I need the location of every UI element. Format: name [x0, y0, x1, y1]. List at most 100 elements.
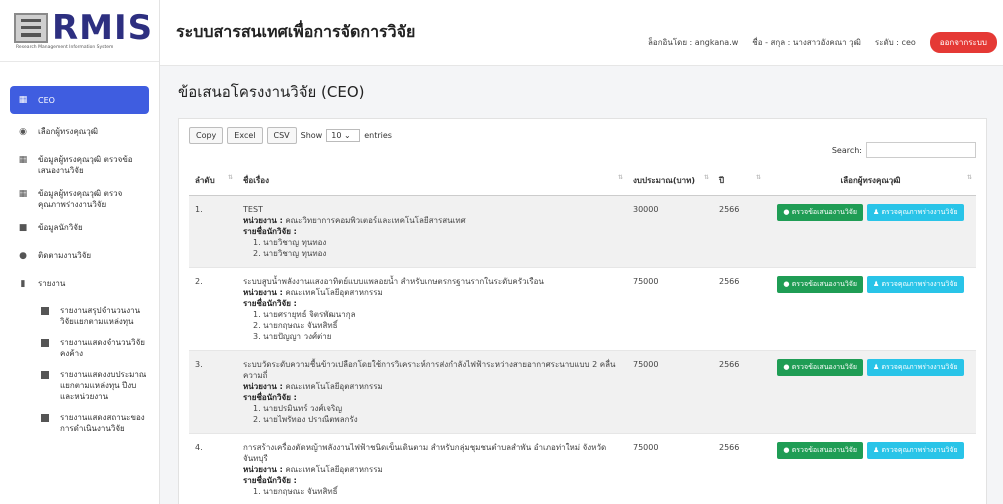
button-label: ตรวจข้อเสนองานวิจัย [791, 446, 857, 454]
user-name: ชื่อ - สกุล : นางสาวอังคณา วุฒิ [752, 38, 861, 47]
researcher-name: 2. นายกฤษณะ จันทสิทธิ์ [253, 321, 338, 330]
csv-button[interactable]: CSV [266, 127, 297, 144]
project-title: ระบบสูบน้ำพลังงานแสงอาทิตย์แบบแพลอยน้ำ ส… [243, 277, 544, 286]
cell-no: 2. [189, 267, 237, 351]
sidebar-item-expert-quality[interactable]: ▦ ข้อมูลผู้ทรงคุณวุฒิ ตรวจคุณภาพร่างงานว… [10, 182, 149, 216]
page-title: ข้อเสนอโครงงานวิจัย (CEO) [178, 83, 365, 101]
sidebar-item-ceo[interactable]: ▦ CEO [10, 86, 149, 114]
cell-no: 1. [189, 195, 237, 268]
sort-icon: ⇅ [966, 174, 972, 181]
researchers-label: รายชื่อนักวิจัย : [243, 393, 297, 402]
col-year[interactable]: ปี ⇅ [713, 166, 765, 196]
cell-year: 2566 [713, 433, 765, 504]
researcher-name: 2. นายไพรัทอง ปราณีตพลกรัง [253, 415, 358, 424]
review-proposal-button[interactable]: ● ตรวจข้อเสนองานวิจัย [777, 276, 863, 293]
main-content: ข้อเสนอโครงงานวิจัย (CEO) Copy Excel CSV… [160, 66, 1003, 504]
researcher-name: 2. นายวิชาญ ทุนทอง [253, 249, 327, 258]
review-quality-button[interactable]: ♟ ตรวจคุณภาพร่างงานวิจัย [867, 442, 964, 459]
sidebar-item-select-expert[interactable]: ◉ เลือกผู้ทรงคุณวุฒิ [10, 120, 149, 148]
col-label: เลือกผู้ทรงคุณวุฒิ [840, 176, 901, 185]
review-proposal-button[interactable]: ● ตรวจข้อเสนองานวิจัย [777, 204, 863, 221]
col-label: ปี [719, 176, 725, 185]
sidebar-item-tracking[interactable]: ● ติดตามงานวิจัย [10, 244, 149, 272]
cell-title: TEST หน่วยงาน : คณะวิทยาการคอมพิวเตอร์แล… [237, 195, 627, 268]
col-label: งบประมาณ(บาท) [633, 176, 695, 185]
project-title: ระบบวัดระดับความชื้นข้าวเปลือกโดยใช้การว… [243, 360, 616, 380]
researcher-name: 3. นายปัญญา วงศ์ต่าย [253, 332, 332, 341]
page-length-select[interactable]: 10 ⌄ [326, 129, 361, 142]
copy-button[interactable]: Copy [189, 127, 224, 144]
button-label: ตรวจคุณภาพร่างงานวิจัย [881, 208, 958, 216]
unit-value: คณะเทคโนโลยีอุตสาหกรรม [285, 288, 383, 297]
sidebar-item-label: ข้อมูลนักวิจัย [38, 223, 83, 232]
project-unit: หน่วยงาน : คณะเทคโนโลยีอุตสาหกรรม [243, 464, 621, 475]
search-label: Search: [831, 145, 862, 155]
bar-chart-icon: ▮ [20, 278, 26, 289]
unit-value: คณะวิทยาการคอมพิวเตอร์และเทคโนโลยีสารสนเ… [285, 216, 466, 225]
researcher-name: 1. นายวิชาญ ทุนทอง [253, 238, 327, 247]
review-proposal-button[interactable]: ● ตรวจข้อเสนองานวิจัย [777, 442, 863, 459]
cell-budget: 75000 [627, 433, 713, 504]
chevron-down-icon: ⌄ [343, 131, 351, 140]
review-quality-button[interactable]: ♟ ตรวจคุณภาพร่างงานวิจัย [867, 204, 964, 221]
unit-label: หน่วยงาน : [243, 288, 283, 297]
search-input[interactable] [866, 142, 976, 158]
cell-actions: ● ตรวจข้อเสนองานวิจัย ♟ ตรวจคุณภาพร่างงา… [765, 350, 976, 434]
proposals-table: ลำดับ ⇅ ชื่อเรื่อง ⇅ งบประมาณ(บาท) ⇅ ปี ⇅ เล… [189, 166, 976, 504]
col-budget[interactable]: งบประมาณ(บาท) ⇅ [627, 166, 713, 196]
researcher-name: 1. นายกฤษณะ จันทสิทธิ์ [253, 487, 338, 496]
app-title: ระบบสารสนเทศเพื่อการจัดการวิจัย [176, 22, 416, 41]
researchers-label: รายชื่อนักวิจัย : [243, 299, 297, 308]
cell-year: 2566 [713, 267, 765, 351]
col-actions[interactable]: เลือกผู้ทรงคุณวุฒิ ⇅ [765, 166, 976, 196]
unit-label: หน่วยงาน : [243, 382, 283, 391]
button-label: ตรวจข้อเสนองานวิจัย [791, 208, 857, 216]
sidebar-item-label: ติดตามงานวิจัย [38, 251, 92, 260]
logo[interactable]: RMIS Research Management Information Sys… [0, 0, 159, 62]
logo-subtitle: Research Management Information System [16, 44, 114, 50]
table-row: 1. TEST หน่วยงาน : คณะวิทยาการคอมพิวเตอร… [189, 195, 976, 268]
sidebar-item-reports[interactable]: ▮ รายงาน [10, 272, 149, 300]
sidebar-item-expert-proposal[interactable]: ▦ ข้อมูลผู้ทรงคุณวุฒิ ตรวจข้อเสนองานวิจั… [10, 148, 149, 182]
sidebar-subitem-label: รายงานแสดงงบประมาณแยกตามแหล่งทุน ปีงบ แล… [60, 370, 147, 401]
disc-icon: ● [19, 250, 27, 261]
show-label: Show [300, 131, 323, 140]
sidebar-item-label: ข้อมูลผู้ทรงคุณวุฒิ ตรวจข้อเสนองานวิจัย [38, 155, 133, 175]
top-header: ระบบสารสนเทศเพื่อการจัดการวิจัย ล็อกอินโ… [160, 0, 1003, 66]
grid-icon: ▦ [18, 188, 28, 199]
excel-button[interactable]: Excel [227, 127, 263, 144]
cell-no: 4. [189, 433, 237, 504]
cell-actions: ● ตรวจข้อเสนองานวิจัย ♟ ตรวจคุณภาพร่างงา… [765, 267, 976, 351]
cell-title: ระบบสูบน้ำพลังงานแสงอาทิตย์แบบแพลอยน้ำ ส… [237, 267, 627, 351]
sidebar-subitem-report-funding[interactable]: รายงานสรุปจำนวนงานวิจัยแยกตามแหล่งทุน [38, 300, 149, 332]
review-proposal-button[interactable]: ● ตรวจข้อเสนองานวิจัย [777, 359, 863, 376]
project-title: TEST [243, 205, 263, 214]
cell-year: 2566 [713, 350, 765, 434]
sidebar-subitem-report-pending[interactable]: รายงานแสดงจำนวนวิจัยคงค้าง [38, 332, 149, 364]
square-icon [40, 413, 50, 423]
project-unit: หน่วยงาน : คณะเทคโนโลยีอุตสาหกรรม [243, 287, 621, 298]
square-icon [40, 338, 50, 348]
grid-icon: ▦ [18, 95, 28, 105]
project-unit: หน่วยงาน : คณะเทคโนโลยีอุตสาหกรรม [243, 381, 621, 392]
review-quality-button[interactable]: ♟ ตรวจคุณภาพร่างงานวิจัย [867, 359, 964, 376]
briefcase-icon: ■ [18, 222, 28, 233]
sidebar-subitem-report-budget[interactable]: รายงานแสดงงบประมาณแยกตามแหล่งทุน ปีงบ แล… [38, 364, 149, 407]
search-row: Search: [189, 142, 976, 158]
table-row: 3. ระบบวัดระดับความชื้นข้าวเปลือกโดยใช้ก… [189, 350, 976, 434]
project-unit: หน่วยงาน : คณะวิทยาการคอมพิวเตอร์และเทคโ… [243, 215, 621, 226]
logout-button[interactable]: ออกจากระบบ [929, 32, 997, 53]
sidebar-subitem-label: รายงานสรุปจำนวนงานวิจัยแยกตามแหล่งทุน [60, 306, 141, 326]
sidebar: RMIS Research Management Information Sys… [0, 0, 160, 504]
col-no[interactable]: ลำดับ ⇅ [189, 166, 237, 196]
researchers-label: รายชื่อนักวิจัย : [243, 227, 297, 236]
table-row: 4. การสร้างเครื่องตัดหญ้าพลังงานไฟฟ้าชนิ… [189, 433, 976, 504]
project-title: การสร้างเครื่องตัดหญ้าพลังงานไฟฟ้าชนิดเข… [243, 443, 607, 463]
sidebar-item-researchers[interactable]: ■ ข้อมูลนักวิจัย [10, 216, 149, 244]
user-level: ระดับ : ceo [874, 38, 916, 47]
user-info: ล็อกอินโดย : angkana.w ชื่อ - สกุล : นาง… [648, 32, 997, 53]
review-quality-button[interactable]: ♟ ตรวจคุณภาพร่างงานวิจัย [867, 276, 964, 293]
col-title[interactable]: ชื่อเรื่อง ⇅ [237, 166, 627, 196]
sidebar-subitem-report-status[interactable]: รายงานแสดงสถานะของการดำเนินงานวิจัย [38, 407, 149, 439]
comment-icon: ● [783, 446, 790, 454]
